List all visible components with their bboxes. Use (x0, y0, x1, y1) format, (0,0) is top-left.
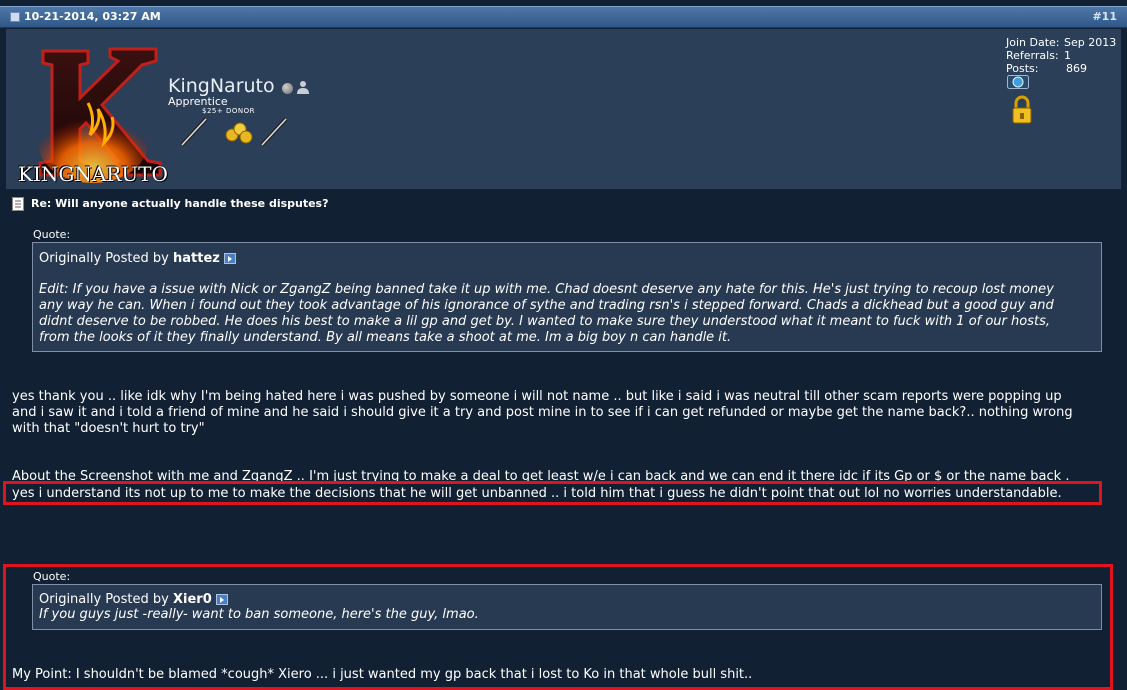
quote-prefix: Originally Posted by (39, 251, 169, 266)
quote-body: If you guys just -really- want to ban so… (39, 607, 479, 622)
post-number-link[interactable]: #11 (1092, 10, 1117, 23)
message-line: and i saw it and i told a friend of mine… (12, 405, 1073, 420)
donor-label: $25+ DONOR (202, 107, 255, 115)
quote-author: Xier0 (172, 592, 212, 607)
skype-icon[interactable] (1007, 75, 1029, 89)
message-line: My Point: I shouldn't be blamed *cough* … (12, 667, 753, 682)
quote-line: from the looks of it they finally unders… (39, 330, 732, 345)
quote-line: didnt deserve to be robbed. He does his … (39, 314, 1050, 329)
avatar-caption: KINGNARUTO (18, 162, 168, 186)
quote-body: Edit: If you have a issue with Nick or Z… (39, 282, 1095, 346)
gold-coins-icon (225, 122, 253, 144)
message-line: with that "doesn't hurt to try" (12, 421, 205, 436)
post-header-bar: 10-21-2014, 03:27 AM #11 (0, 6, 1127, 28)
quote-label: Quote: (33, 570, 71, 583)
quote-header: Originally Posted by hattez (39, 251, 1095, 266)
quote-label: Quote: (33, 228, 71, 241)
referrals-value: 1 (1064, 49, 1071, 62)
quote-header: Originally Posted by Xier0 (39, 592, 1095, 607)
quote-box: Originally Posted by Xier0 If you guys j… (32, 584, 1102, 630)
join-date-label: Join Date: (1006, 36, 1060, 49)
badges (180, 117, 288, 147)
profile-icon[interactable] (296, 80, 310, 94)
join-date-value: Sep 2013 (1064, 36, 1117, 49)
posts-label: Posts: (1006, 62, 1039, 75)
quote-author: hattez (172, 251, 220, 266)
post-status-icon (10, 12, 20, 22)
highlight-box (3, 481, 1102, 505)
lock-icon (1012, 95, 1032, 124)
username-link[interactable]: KingNaruto (168, 75, 275, 97)
quote-prefix: Originally Posted by (39, 592, 169, 607)
user-info-panel: KINGNARUTO KingNaruto Apprentice $25+ DO… (6, 29, 1121, 189)
user-stats: Join Date: Sep 2013 Referrals: 1 Posts: 869 (1006, 36, 1116, 75)
quote-line: any way he can. When i found out they to… (39, 298, 1054, 313)
post-document-icon (12, 197, 24, 211)
quote-line: Edit: If you have a issue with Nick or Z… (39, 282, 1054, 297)
quote-box: Originally Posted by hattez Edit: If you… (32, 242, 1102, 352)
posts-value: 869 (1066, 62, 1087, 75)
post-date: 10-21-2014, 03:27 AM (24, 10, 161, 23)
sword-icon (180, 117, 208, 147)
offline-status-icon (282, 83, 293, 94)
post-title: Re: Will anyone actually handle these di… (31, 197, 329, 210)
view-post-icon[interactable] (215, 594, 228, 605)
referrals-label: Referrals: (1006, 49, 1059, 62)
sword-icon (260, 117, 288, 147)
message-paragraph-1: yes thank you .. like idk why I'm being … (12, 389, 1073, 437)
message-line: yes thank you .. like idk why I'm being … (12, 389, 1062, 404)
view-post-icon[interactable] (223, 253, 236, 264)
